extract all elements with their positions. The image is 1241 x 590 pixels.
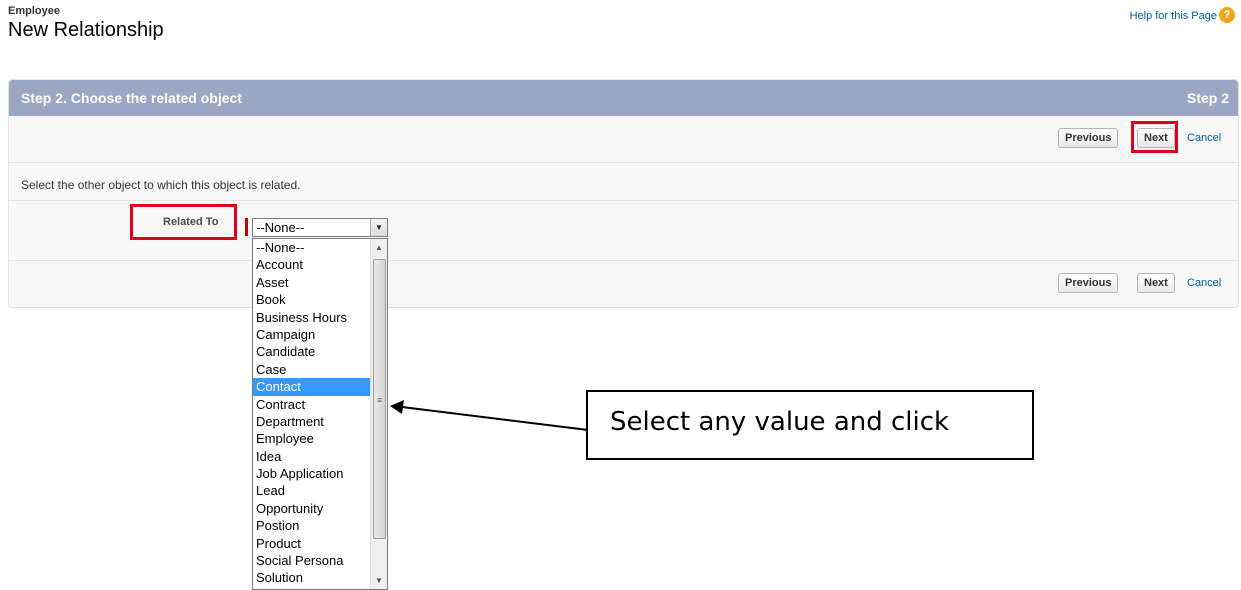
step-title: Step 2. Choose the related object: [21, 90, 242, 106]
callout-box: Select any value and click: [586, 390, 1034, 460]
dropdown-option[interactable]: Campaign: [253, 326, 370, 343]
dropdown-list[interactable]: --None-- Account Asset Book Business Hours Ca…: [252, 238, 388, 590]
divider: [9, 200, 1238, 201]
dropdown-option[interactable]: Account: [253, 256, 370, 273]
chevron-down-icon[interactable]: ▼: [370, 219, 387, 236]
step-label: Step 2: [1186, 90, 1229, 106]
wizard-panel: Step 2. Choose the related object Step 2…: [8, 79, 1239, 308]
breadcrumb: Employee: [8, 5, 60, 17]
cancel-link-bottom[interactable]: Cancel: [1187, 277, 1221, 289]
scrollbar[interactable]: ▲ ≡ ▼: [370, 239, 387, 589]
dropdown-option[interactable]: Contact: [253, 378, 370, 396]
instruction-text: Select the other object to which this ob…: [21, 178, 301, 192]
dropdown-option[interactable]: Book: [253, 291, 370, 308]
dropdown-option[interactable]: Job Application: [253, 465, 370, 482]
callout-text: Select any value and click: [610, 407, 950, 437]
next-button-bottom[interactable]: Next: [1137, 273, 1175, 293]
required-indicator: [245, 218, 248, 236]
previous-button-bottom[interactable]: Previous: [1058, 273, 1119, 293]
cancel-link-top[interactable]: Cancel: [1187, 132, 1221, 144]
highlight-next-button: [1131, 121, 1178, 153]
dropdown-option[interactable]: Lead: [253, 482, 370, 499]
scroll-up-icon[interactable]: ▲: [371, 239, 387, 256]
highlight-related-to: [130, 204, 237, 240]
page-title: New Relationship: [8, 19, 164, 41]
dropdown-option[interactable]: Opportunity: [253, 500, 370, 517]
panel-header: Step 2. Choose the related object Step 2: [9, 80, 1238, 116]
divider: [9, 260, 1238, 261]
dropdown-option[interactable]: Case: [253, 361, 370, 378]
related-to-select[interactable]: --None-- ▼: [252, 218, 388, 237]
dropdown-option[interactable]: Solution: [253, 569, 370, 586]
dropdown-option[interactable]: Social Persona: [253, 552, 370, 569]
dropdown-option[interactable]: Employee: [253, 430, 370, 447]
dropdown-option[interactable]: Business Hours: [253, 309, 370, 326]
divider: [9, 162, 1238, 163]
dropdown-option[interactable]: Asset: [253, 274, 370, 291]
arrow-icon: [390, 400, 589, 431]
scroll-thumb[interactable]: ≡: [373, 259, 386, 539]
dropdown-option[interactable]: Candidate: [253, 343, 370, 360]
dropdown-option[interactable]: --None--: [253, 239, 370, 256]
previous-button-top[interactable]: Previous: [1058, 128, 1119, 148]
dropdown-option[interactable]: Product: [253, 535, 370, 552]
grip-icon: ≡: [377, 395, 383, 405]
selected-value: --None--: [256, 220, 305, 235]
dropdown-option[interactable]: Idea: [253, 448, 370, 465]
scroll-down-icon[interactable]: ▼: [371, 572, 387, 589]
dropdown-option[interactable]: Department: [253, 413, 370, 430]
help-link[interactable]: Help for this Page: [1130, 10, 1217, 22]
dropdown-option[interactable]: Postion: [253, 517, 370, 534]
dropdown-option[interactable]: Contract: [253, 396, 370, 413]
help-icon[interactable]: ?: [1219, 7, 1235, 23]
